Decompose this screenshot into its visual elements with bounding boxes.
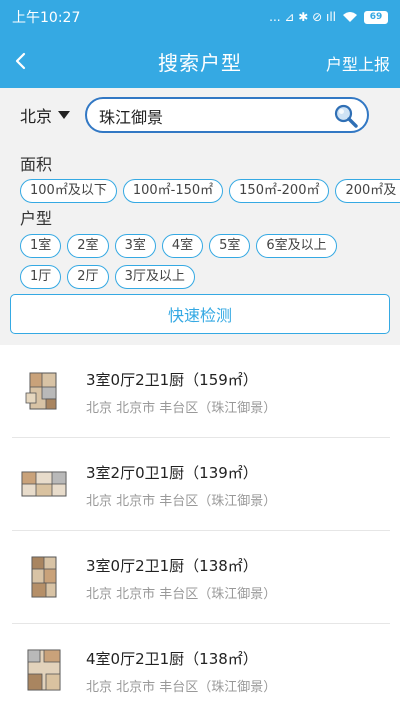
room-chip[interactable]: 4室: [161, 234, 204, 258]
battery-icon: 69: [364, 10, 388, 24]
area-filter-row: 100㎡及以下 100㎡-150㎡ 150㎡-200㎡ 200㎡及: [20, 179, 400, 203]
status-time: 上午10:27: [12, 10, 81, 26]
result-list: 3室0厅2卫1厨（159㎡） 北京 北京市 丰台区（珠江御景） 3室2厅0卫1厨…: [0, 345, 400, 711]
floorplan-thumbnail-icon: [16, 456, 72, 512]
status-indicators-icon: ... ⊿ ✱ ⊘ ıll: [269, 10, 336, 24]
city-label: 北京: [20, 107, 53, 126]
quick-detect-button[interactable]: 快速检测: [10, 294, 390, 334]
floorplan-thumbnail-icon: [16, 549, 72, 605]
result-title: 3室0厅2卫1厨（159㎡）: [86, 371, 258, 389]
hall-chip[interactable]: 2厅: [67, 265, 109, 289]
triangle-down-icon: [58, 111, 71, 119]
hall-chip[interactable]: 1厅: [20, 265, 62, 289]
hall-filter-row: 1厅 2厅 3厅及以上: [20, 265, 195, 289]
area-chip[interactable]: 200㎡及: [335, 179, 400, 203]
list-item[interactable]: 3室2厅0卫1厨（139㎡） 北京 北京市 丰台区（珠江御景）: [0, 438, 400, 531]
list-item[interactable]: 3室0厅2卫1厨（159㎡） 北京 北京市 丰台区（珠江御景）: [0, 345, 400, 438]
search-box: [85, 97, 369, 133]
result-location: 北京 北京市 丰台区（珠江御景）: [86, 494, 277, 509]
area-section-label: 面积: [20, 155, 53, 174]
search-input[interactable]: [99, 105, 325, 127]
room-chip[interactable]: 3室: [114, 234, 156, 258]
floorplan-thumbnail-icon: [16, 363, 72, 419]
room-chip[interactable]: 1室: [20, 234, 62, 258]
wifi-icon: [343, 12, 357, 22]
result-location: 北京 北京市 丰台区（珠江御景）: [86, 680, 277, 695]
report-layout-button[interactable]: 户型上报: [326, 51, 390, 75]
hall-chip[interactable]: 3厅及以上: [114, 265, 195, 289]
result-title: 3室2厅0卫1厨（139㎡）: [86, 464, 258, 482]
area-chip[interactable]: 100㎡-150㎡: [122, 179, 224, 203]
floorplan-thumbnail-icon: [16, 642, 72, 698]
result-location: 北京 北京市 丰台区（珠江御景）: [86, 401, 277, 416]
list-item[interactable]: 3室0厅2卫1厨（138㎡） 北京 北京市 丰台区（珠江御景）: [0, 531, 400, 624]
area-chip[interactable]: 100㎡及以下: [20, 179, 117, 203]
magnifier-icon[interactable]: [333, 103, 359, 129]
result-title: 3室0厅2卫1厨（138㎡）: [86, 557, 258, 575]
status-icons: ... ⊿ ✱ ⊘ ıll 69: [269, 10, 388, 24]
room-chip[interactable]: 6室及以上: [256, 234, 337, 258]
result-location: 北京 北京市 丰台区（珠江御景）: [86, 587, 277, 602]
status-bar: 上午10:27 ... ⊿ ✱ ⊘ ıll 69: [0, 0, 400, 34]
area-chip[interactable]: 150㎡-200㎡: [229, 179, 330, 203]
search-panel: 北京 面积 100㎡及以下 100㎡-150㎡ 150㎡-200㎡ 200㎡及 …: [0, 88, 400, 345]
list-item[interactable]: 4室0厅2卫1厨（138㎡） 北京 北京市 丰台区（珠江御景）: [0, 624, 400, 711]
room-chip[interactable]: 2室: [67, 234, 109, 258]
city-selector[interactable]: 北京: [20, 104, 71, 126]
result-title: 4室0厅2卫1厨（138㎡）: [86, 650, 258, 668]
room-filter-row: 1室 2室 3室 4室 5室 6室及以上: [20, 234, 337, 258]
layout-section-label: 户型: [20, 209, 53, 228]
room-chip[interactable]: 5室: [209, 234, 251, 258]
title-bar: 搜索户型 户型上报: [0, 34, 400, 88]
